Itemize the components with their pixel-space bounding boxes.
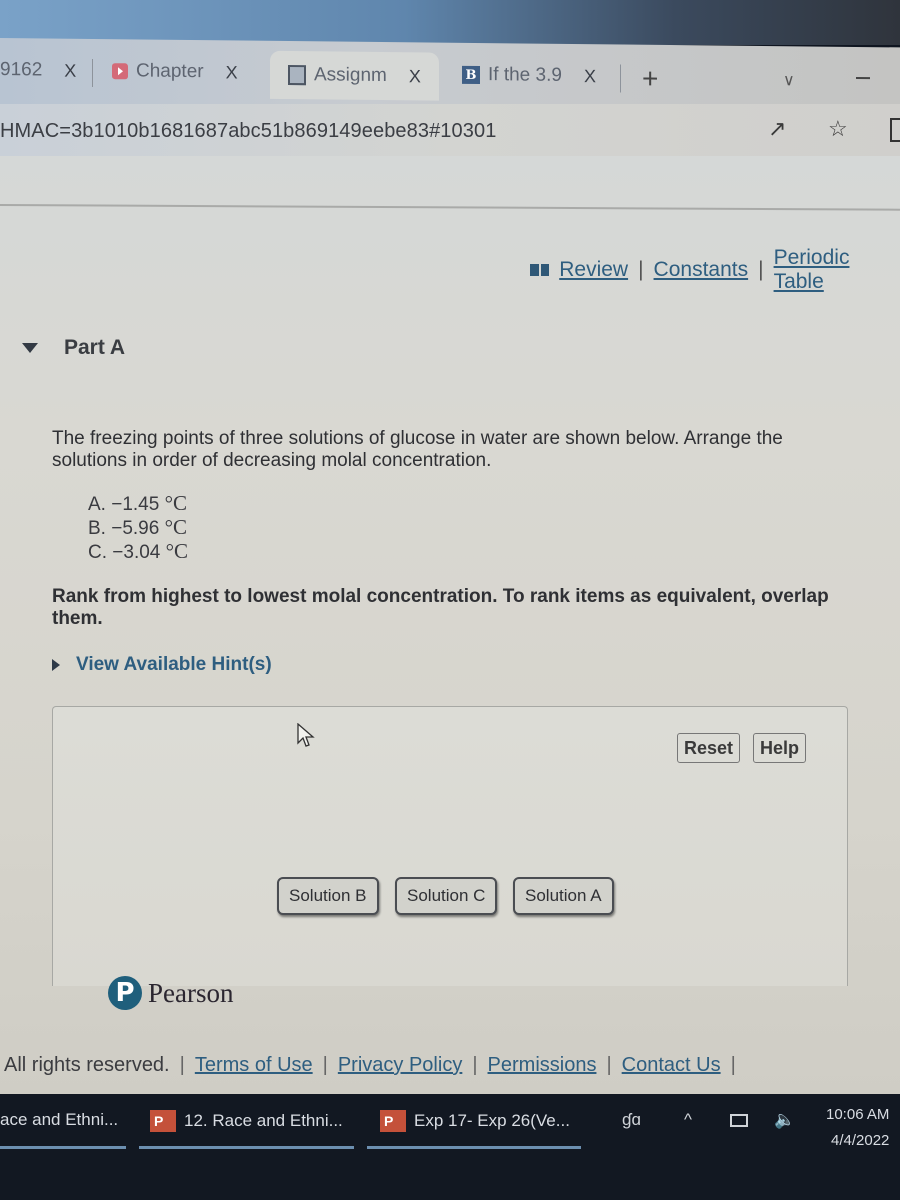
- permissions-link[interactable]: Permissions: [488, 1054, 597, 1077]
- option-a: A. −1.45 °C: [88, 492, 188, 516]
- periodic-table-link[interactable]: Periodic Table: [774, 246, 900, 294]
- address-bar: HMAC=3b1010b1681687abc51b869149eebe83#10…: [0, 104, 900, 156]
- taskbar-active-indicator: [139, 1146, 354, 1149]
- pearson-logo: P Pearson: [108, 976, 233, 1010]
- taskbar-item[interactable]: P 12. Race and Ethni...: [150, 1110, 343, 1132]
- taskbar-active-indicator: [0, 1146, 126, 1149]
- footer-separator: |: [179, 1054, 185, 1076]
- taskbar-active-indicator: [367, 1146, 581, 1149]
- option-label: C.: [88, 542, 107, 563]
- tab-label: Chapter: [136, 60, 204, 83]
- contact-us-link[interactable]: Contact Us: [622, 1054, 721, 1077]
- option-label: B.: [88, 518, 106, 539]
- volume-icon[interactable]: 🔈: [774, 1110, 795, 1130]
- part-title: Part A: [64, 336, 126, 359]
- minimize-window-icon[interactable]: [856, 76, 870, 80]
- option-value: −1.45: [111, 494, 160, 515]
- tab-chapter[interactable]: Chapter X: [112, 53, 238, 90]
- close-tab-icon[interactable]: X: [409, 66, 421, 87]
- rank-item-solution-a[interactable]: Solution A: [513, 877, 614, 915]
- collapse-triangle-icon[interactable]: [22, 343, 38, 353]
- option-value: −3.04: [112, 542, 161, 563]
- system-clock[interactable]: 10:06 AM 4/4/2022: [826, 1102, 889, 1154]
- url-field[interactable]: HMAC=3b1010b1681687abc51b869149eebe83#10…: [0, 120, 496, 143]
- tab-label: 9162: [0, 59, 43, 81]
- footer: All rights reserved. | Terms of Use | Pr…: [4, 1054, 746, 1077]
- taskbar-item[interactable]: ace and Ethni...: [0, 1110, 118, 1130]
- close-tab-icon[interactable]: X: [584, 66, 596, 87]
- ranking-instructions: Rank from highest to lowest molal concen…: [52, 586, 829, 629]
- tab-9162[interactable]: 9162 X: [0, 52, 76, 89]
- desktop-background-strip: [0, 0, 900, 45]
- option-b: B. −5.96 °C: [88, 516, 188, 540]
- tab-list-chevron-icon[interactable]: ∨: [783, 70, 795, 90]
- part-a-header[interactable]: Part A: [22, 336, 125, 360]
- header-divider: [0, 204, 900, 211]
- privacy-policy-link[interactable]: Privacy Policy: [338, 1054, 462, 1077]
- document-icon: [288, 65, 306, 86]
- expand-triangle-icon: [52, 659, 60, 671]
- youtube-icon: [112, 63, 128, 80]
- reset-button[interactable]: Reset: [677, 733, 741, 763]
- review-link[interactable]: Review: [559, 258, 628, 282]
- resource-links: Review | Constants | Periodic Table: [530, 246, 900, 294]
- show-hidden-icons-chevron[interactable]: ^: [684, 1110, 692, 1130]
- book-icon: [530, 264, 550, 276]
- hint-label: View Available Hint(s): [76, 654, 272, 675]
- option-unit: °C: [164, 515, 187, 539]
- windows-taskbar: ace and Ethni... P 12. Race and Ethni...…: [0, 1094, 900, 1200]
- bartleby-icon: B: [462, 65, 480, 85]
- option-unit: °C: [164, 491, 187, 515]
- assignment-page: Review | Constants | Periodic Table Part…: [0, 156, 900, 1094]
- close-tab-icon[interactable]: X: [64, 60, 76, 81]
- option-value: −5.96: [111, 518, 160, 539]
- powerpoint-icon: P: [380, 1110, 406, 1132]
- view-hints-toggle[interactable]: View Available Hint(s): [52, 654, 272, 676]
- option-c: C. −3.04 °C: [88, 540, 188, 564]
- tab-separator: [620, 64, 621, 93]
- browser-tab-bar: 9162 X Chapter X Assignm X B If the 3.9 …: [0, 38, 900, 114]
- terms-of-use-link[interactable]: Terms of Use: [195, 1054, 313, 1077]
- footer-separator: |: [730, 1054, 736, 1076]
- footer-separator: |: [322, 1054, 328, 1076]
- collections-icon[interactable]: [890, 118, 900, 142]
- option-label: A.: [88, 494, 106, 515]
- mouse-cursor-icon: [297, 723, 315, 747]
- help-button[interactable]: Help: [753, 733, 807, 763]
- link-separator: |: [758, 258, 764, 281]
- rank-item-solution-c[interactable]: Solution C: [395, 877, 498, 915]
- rank-item-solution-b[interactable]: Solution B: [277, 877, 379, 915]
- tab-label: Assignm: [314, 64, 387, 87]
- ranking-area: Reset Help Solution B Solution C Solutio…: [52, 706, 848, 986]
- clock-time: 10:06 AM: [826, 1106, 890, 1123]
- taskbar-item[interactable]: P Exp 17- Exp 26(Ve...: [380, 1110, 570, 1132]
- tab-if-the-3-9[interactable]: B If the 3.9 X: [462, 57, 596, 94]
- link-separator: |: [638, 258, 644, 281]
- taskbar-item-label: Exp 17- Exp 26(Ve...: [414, 1111, 570, 1130]
- tab-separator: [92, 58, 93, 87]
- freezing-point-options: A. −1.45 °C B. −5.96 °C C. −3.04 °C: [88, 492, 188, 564]
- copyright-text: All rights reserved.: [4, 1054, 170, 1076]
- constants-link[interactable]: Constants: [654, 258, 749, 282]
- pearson-p-icon: P: [108, 976, 142, 1010]
- tab-label: If the 3.9: [488, 64, 562, 86]
- pearson-wordmark: Pearson: [148, 977, 234, 1008]
- close-tab-icon[interactable]: X: [226, 62, 238, 83]
- clock-date: 4/4/2022: [831, 1132, 890, 1149]
- question-text: The freezing points of three solutions o…: [52, 428, 783, 471]
- battery-icon[interactable]: [730, 1114, 748, 1127]
- share-icon[interactable]: ↗: [768, 116, 786, 142]
- people-icon[interactable]: ɠɑ: [622, 1110, 641, 1130]
- footer-separator: |: [606, 1054, 612, 1076]
- powerpoint-icon: P: [150, 1110, 176, 1132]
- new-tab-button[interactable]: +: [642, 63, 658, 95]
- taskbar-item-label: ace and Ethni...: [0, 1110, 119, 1129]
- taskbar-item-label: 12. Race and Ethni...: [184, 1111, 343, 1130]
- option-unit: °C: [165, 539, 189, 563]
- footer-separator: |: [472, 1054, 478, 1076]
- tab-assignment[interactable]: Assignm X: [270, 50, 439, 101]
- favorite-star-icon[interactable]: ☆: [828, 116, 848, 142]
